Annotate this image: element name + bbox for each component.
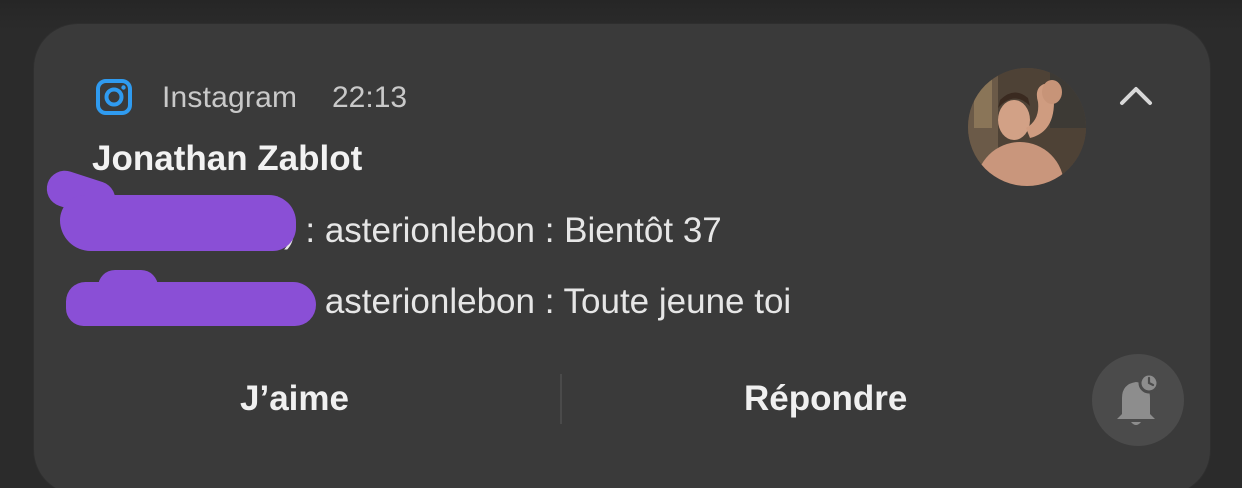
notification-shade: Instagram 22:13 Jonathan Zablot ) : aste… bbox=[0, 0, 1242, 488]
app-name: Instagram bbox=[162, 81, 298, 114]
notification-time: 22:13 bbox=[332, 81, 408, 114]
reply-button[interactable]: Répondre bbox=[744, 376, 907, 422]
snooze-button[interactable] bbox=[1092, 354, 1184, 446]
sender-avatar bbox=[968, 68, 1086, 186]
redaction-mark bbox=[66, 282, 316, 326]
like-button[interactable]: J’aime bbox=[240, 376, 349, 422]
redaction-mark bbox=[60, 195, 296, 251]
message-line: ) : asterionlebon : Bientôt 37 bbox=[284, 211, 722, 250]
message-line: ) : asterionlebon : Toute jeune toi bbox=[284, 282, 792, 321]
chevron-up-icon[interactable] bbox=[1112, 76, 1160, 116]
action-divider bbox=[560, 374, 562, 424]
bell-snooze-icon bbox=[1117, 372, 1160, 425]
sender-name: Jonathan Zablot bbox=[92, 139, 363, 178]
instagram-icon bbox=[96, 79, 132, 115]
